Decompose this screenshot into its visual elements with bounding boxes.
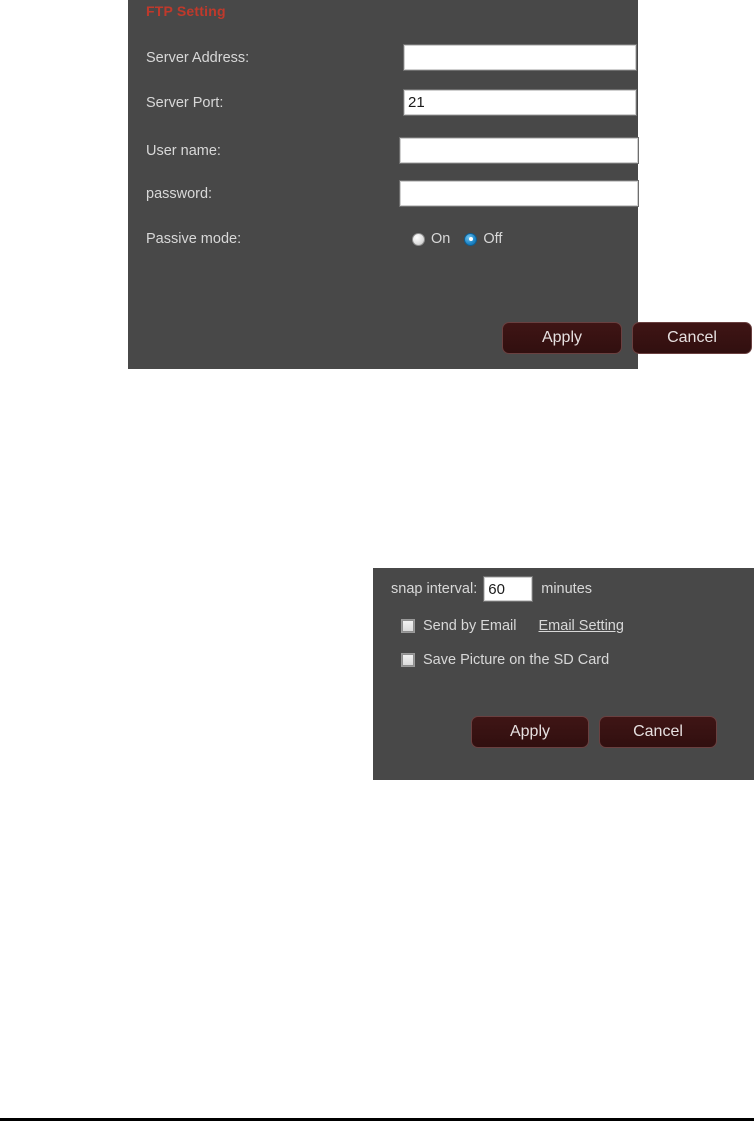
snap-button-row: Apply Cancel	[471, 716, 717, 748]
ftp-button-row: Apply Cancel	[502, 322, 752, 354]
server-port-input[interactable]	[404, 90, 636, 115]
server-port-label: Server Port:	[146, 95, 224, 111]
form-row-server-port: Server Port:	[128, 88, 638, 118]
password-label: password:	[146, 186, 213, 202]
radio-unchecked-icon[interactable]	[412, 232, 425, 246]
ftp-setting-panel: FTP Setting Server Address: Server Port:…	[128, 0, 752, 369]
page-title: FTP Setting	[146, 3, 226, 19]
save-picture-sd-row: Save Picture on the SD Card	[401, 648, 609, 672]
snap-apply-button[interactable]: Apply	[471, 716, 589, 748]
snap-setting-panel: snap interval: minutes Send by Email Ema…	[373, 568, 754, 780]
form-row-user-name: User name:	[128, 136, 638, 166]
snap-interval-row: snap interval: minutes	[373, 576, 592, 602]
radio-checked-icon[interactable]	[464, 232, 478, 246]
passive-mode-radio-on[interactable]: On	[412, 231, 450, 247]
form-row-password: password:	[128, 179, 638, 209]
send-by-email-label: Send by Email	[423, 618, 517, 634]
send-by-email-row: Send by Email Email Setting	[401, 614, 624, 638]
user-name-input[interactable]	[400, 138, 638, 163]
snap-cancel-button[interactable]: Cancel	[599, 716, 717, 748]
passive-mode-radio-group: On Off	[412, 224, 516, 254]
form-row-passive-mode: Passive mode: On Off	[128, 224, 638, 254]
snap-interval-unit-label: minutes	[541, 581, 593, 597]
send-by-email-checkbox[interactable]	[401, 619, 415, 633]
server-address-input[interactable]	[404, 45, 636, 70]
footer-divider	[0, 1118, 754, 1121]
password-input[interactable]	[400, 181, 638, 206]
snap-interval-input[interactable]	[484, 577, 533, 601]
snap-interval-label: snap interval:	[391, 581, 478, 597]
save-picture-sd-label: Save Picture on the SD Card	[423, 652, 610, 668]
passive-mode-on-label: On	[431, 231, 451, 247]
ftp-cancel-button[interactable]: Cancel	[632, 322, 752, 354]
server-address-label: Server Address:	[146, 50, 250, 66]
save-picture-sd-checkbox[interactable]	[401, 653, 415, 667]
passive-mode-off-label: Off	[483, 231, 503, 247]
email-setting-link[interactable]: Email Setting	[539, 618, 624, 634]
form-row-server-address: Server Address:	[128, 43, 638, 73]
user-name-label: User name:	[146, 143, 221, 159]
passive-mode-radio-off[interactable]: Off	[464, 231, 502, 247]
ftp-apply-button[interactable]: Apply	[502, 322, 622, 354]
passive-mode-label: Passive mode:	[146, 231, 242, 247]
